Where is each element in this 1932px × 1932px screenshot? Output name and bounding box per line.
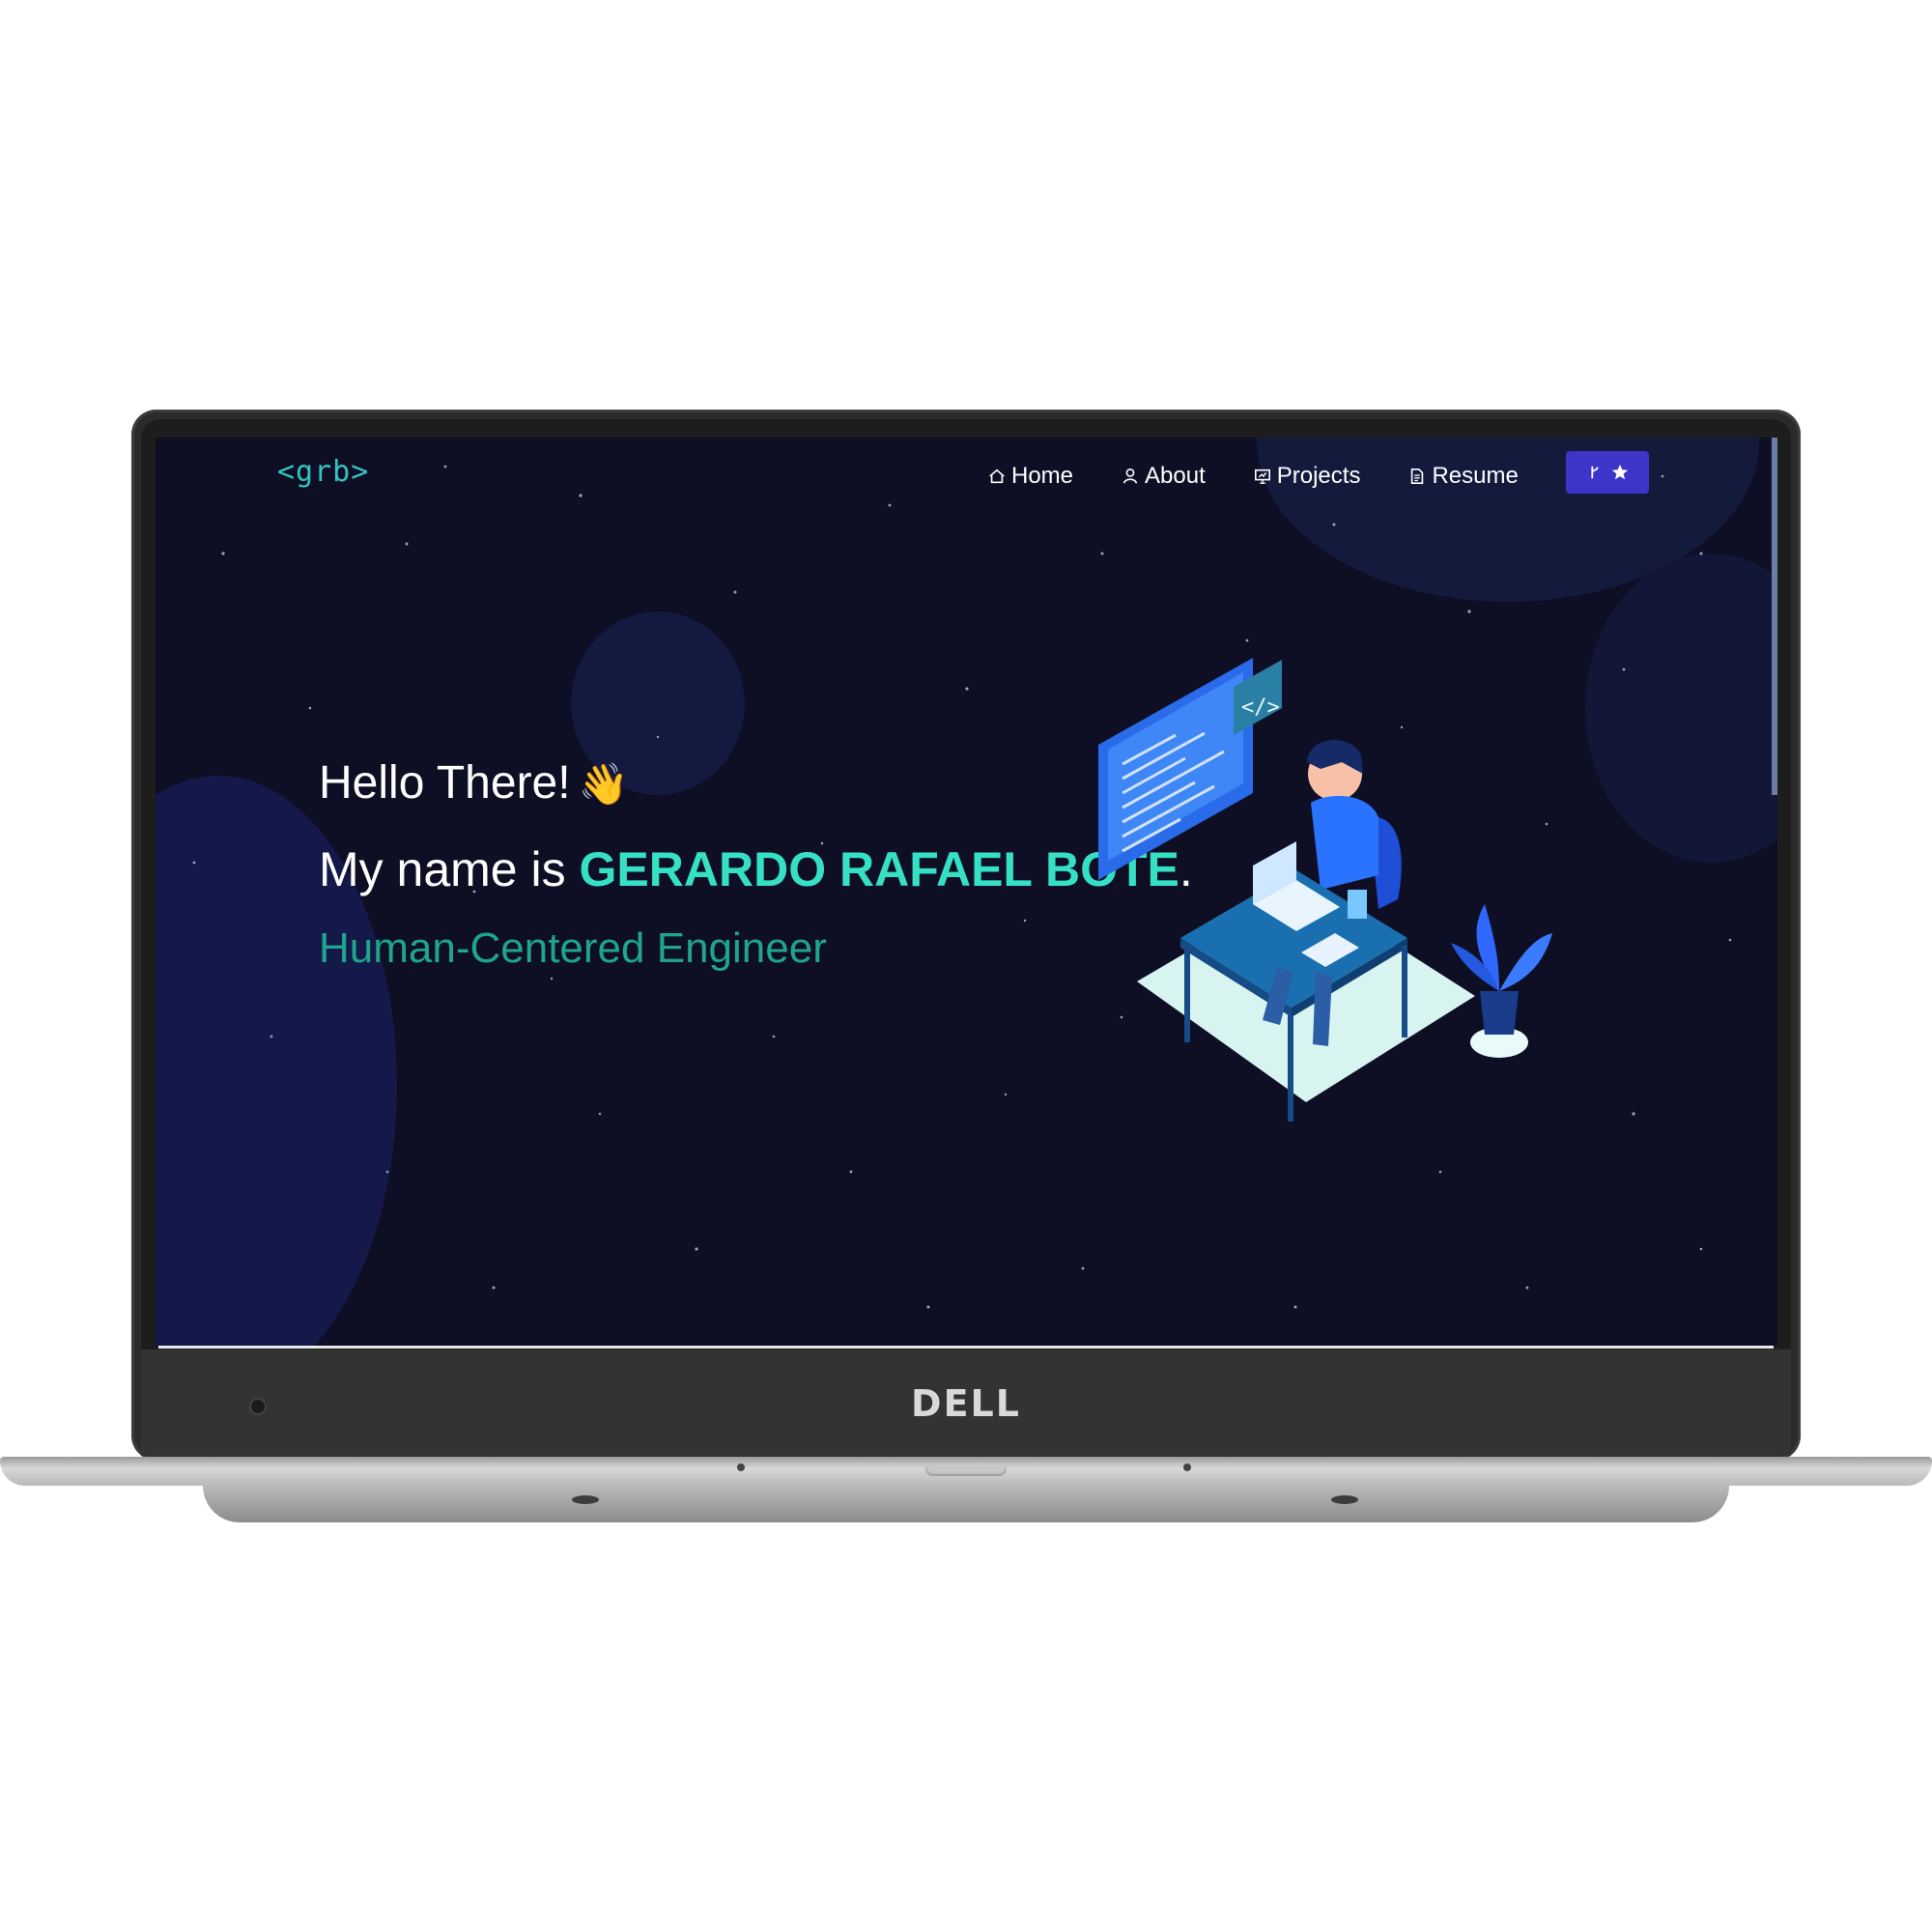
nav-item-label: Projects [1276,463,1361,489]
git-fork-icon [1591,466,1599,479]
hero-intro: My name is GERARDO RAFAEL BOTE. [319,841,1193,897]
webcam-icon [249,1398,267,1415]
laptop-foot-left [572,1495,599,1504]
home-icon [989,469,1005,484]
laptop-base-dot-left [737,1463,745,1471]
nav-item-home[interactable]: Home [988,463,1073,490]
developer-at-desk-illustration: </> [1098,658,1552,1122]
star-icon [1611,464,1629,480]
nav-item-label: About [1145,463,1206,489]
laptop-base-lower [203,1486,1729,1522]
nav-item-about[interactable]: About [1122,463,1206,490]
nav-item-label: Home [1011,463,1074,489]
page-scrollbar[interactable] [1772,438,1777,795]
laptop-screen: <grb> Home About Projects Resume Hello T… [156,438,1777,1346]
laptop-brand-logo: DELL [911,1382,1021,1425]
waving-hand-icon: 👋 [578,761,629,807]
laptop-foot-right [1331,1495,1358,1504]
github-star-button[interactable] [1566,451,1649,494]
greeting-text: Hello There! [319,757,571,809]
laptop-base-dot-right [1183,1463,1191,1471]
screen-bottom-edge [158,1346,1774,1349]
nav-item-label: Resume [1432,463,1519,489]
svg-text:</>: </> [1241,696,1280,720]
hero-greeting: Hello There! 👋 [319,756,629,810]
nav-item-resume[interactable]: Resume [1408,463,1519,490]
presentation-icon [1254,469,1270,484]
user-icon [1122,468,1138,484]
navbar: Home About Projects Resume [156,438,1777,505]
nav-item-projects[interactable]: Projects [1254,463,1361,490]
hero-role: Human-Centered Engineer [319,924,827,972]
intro-prefix: My name is [319,842,580,896]
laptop-lid-notch [925,1466,1007,1476]
document-icon [1411,468,1424,485]
